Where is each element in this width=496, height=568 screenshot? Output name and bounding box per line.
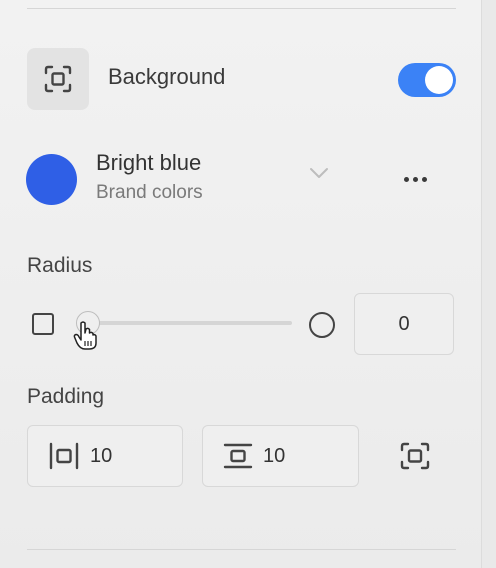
more-options-icon[interactable] [400, 165, 430, 193]
padding-label: Padding [27, 385, 105, 408]
padding-vertical-value: 10 [263, 444, 286, 467]
hand-cursor-icon [73, 321, 97, 350]
color-group: Brand colors [96, 182, 203, 203]
dot [421, 176, 427, 182]
background-frame-icon [44, 65, 72, 93]
panel-scroll-edge [481, 0, 496, 568]
background-icon-button[interactable] [27, 48, 89, 110]
radius-slider-track[interactable] [86, 321, 292, 325]
individual-padding-icon[interactable] [398, 440, 432, 472]
dot [403, 176, 409, 182]
padding-vertical-input[interactable]: 10 [202, 425, 359, 487]
color-swatch[interactable] [26, 154, 77, 205]
vertical-padding-icon [223, 443, 253, 469]
chevron-down-icon[interactable] [308, 166, 330, 180]
padding-horizontal-value: 10 [90, 444, 113, 467]
background-toggle[interactable] [398, 63, 456, 97]
round-corner-icon [309, 312, 335, 338]
toggle-knob [425, 66, 453, 94]
dot [412, 176, 418, 182]
horizontal-padding-icon [49, 442, 79, 470]
bottom-divider [27, 549, 456, 550]
background-title: Background [108, 64, 226, 89]
square-corner-icon [32, 313, 54, 335]
padding-horizontal-input[interactable]: 10 [27, 425, 183, 487]
color-name: Bright blue [96, 150, 202, 175]
top-divider [27, 8, 456, 9]
radius-label: Radius [27, 254, 93, 277]
radius-value-input[interactable]: 0 [354, 293, 454, 355]
